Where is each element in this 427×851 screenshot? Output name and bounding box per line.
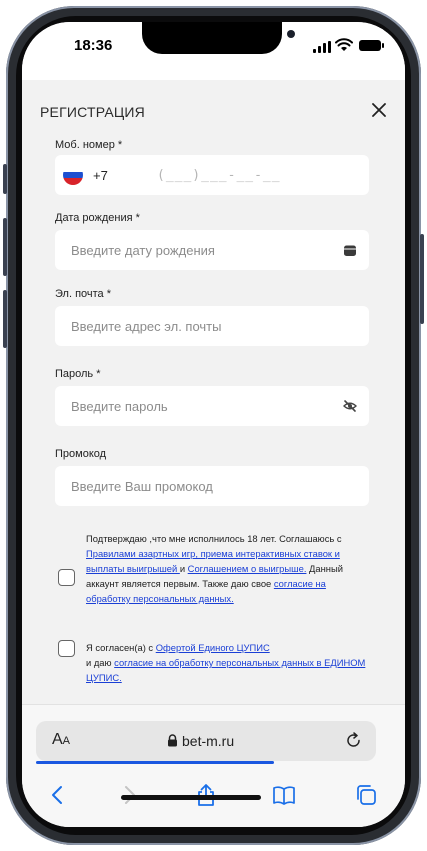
signal-icon (313, 41, 333, 53)
eye-off-icon[interactable] (343, 399, 357, 413)
email-field[interactable]: Введите адрес эл. почты (55, 306, 369, 346)
power-button (420, 234, 424, 324)
aa-small: A (62, 735, 71, 747)
browser-toolbar: AA bet-m.ru (22, 704, 405, 827)
url-text: bet-m.ru (182, 733, 235, 749)
status-bar: 18:36 (22, 22, 405, 80)
modal-header: РЕГИСТРАЦИЯ (22, 80, 405, 138)
age-consent-checkbox[interactable] (58, 569, 75, 586)
page-title: РЕГИСТРАЦИЯ (40, 104, 145, 120)
cupis-offer-link[interactable]: Офертой Единого ЦУПИС (156, 642, 270, 653)
winning-agreement-link[interactable]: Соглашением о выигрыше. (188, 563, 307, 574)
address-bar[interactable]: AA bet-m.ru (36, 721, 376, 761)
reload-icon[interactable] (345, 732, 362, 749)
promo-placeholder: Введите Ваш промокод (71, 479, 213, 494)
phone-country-code: +7 (93, 168, 108, 183)
consent-text: и (179, 563, 188, 574)
battery-icon (359, 40, 384, 51)
bookmarks-icon[interactable] (272, 783, 296, 807)
page-load-progress (36, 761, 274, 764)
password-field[interactable]: Введите пароль (55, 386, 369, 426)
wifi-icon (335, 38, 353, 51)
camera-icon (287, 30, 295, 38)
phone-field[interactable]: +7 (___)___-__-__ (55, 155, 369, 195)
reader-settings-button[interactable]: AA (52, 731, 70, 749)
promo-field[interactable]: Введите Ваш промокод (55, 466, 369, 506)
aa-big: A (52, 731, 63, 748)
volume-down-button (3, 290, 7, 348)
birth-date-placeholder: Введите дату рождения (71, 243, 215, 258)
birth-date-label: Дата рождения * (55, 212, 140, 224)
cupis-personal-data-link[interactable]: согласие на обработку персональных данны… (86, 657, 365, 683)
email-label: Эл. почта * (55, 288, 112, 300)
screen: 18:36 РЕГИСТРАЦИЯ Моб. номер * +7 (___)_… (22, 22, 405, 827)
age-consent-text: Подтверждаю ,что мне исполнилось 18 лет.… (86, 531, 346, 606)
volume-up-button (3, 218, 7, 276)
consent-text: Подтверждаю ,что мне исполнилось 18 лет.… (86, 533, 342, 544)
tabs-icon[interactable] (354, 783, 378, 807)
close-icon[interactable] (369, 100, 389, 120)
mute-switch (3, 164, 7, 194)
dynamic-island (142, 22, 295, 54)
email-placeholder: Введите адрес эл. почты (71, 319, 222, 334)
birth-date-field[interactable]: Введите дату рождения (55, 230, 369, 270)
password-label: Пароль * (55, 368, 101, 380)
cupis-consent-text: Я согласен(а) с Офертой Единого ЦУПИС и … (86, 640, 366, 685)
flag-ru-icon[interactable] (63, 165, 83, 185)
home-indicator (121, 795, 261, 800)
cupis-consent-checkbox[interactable] (58, 640, 75, 657)
phone-label: Моб. номер * (55, 139, 123, 151)
back-icon[interactable] (46, 783, 70, 807)
status-time: 18:36 (74, 37, 113, 54)
phone-input[interactable]: (___)___-__-__ (157, 168, 281, 183)
calendar-icon[interactable] (343, 243, 357, 257)
consent-text: и даю (86, 657, 115, 668)
password-placeholder: Введите пароль (71, 399, 168, 414)
promo-label: Промокод (55, 448, 107, 460)
consent-text: Я согласен(а) с (86, 642, 156, 653)
lock-icon (168, 734, 177, 747)
